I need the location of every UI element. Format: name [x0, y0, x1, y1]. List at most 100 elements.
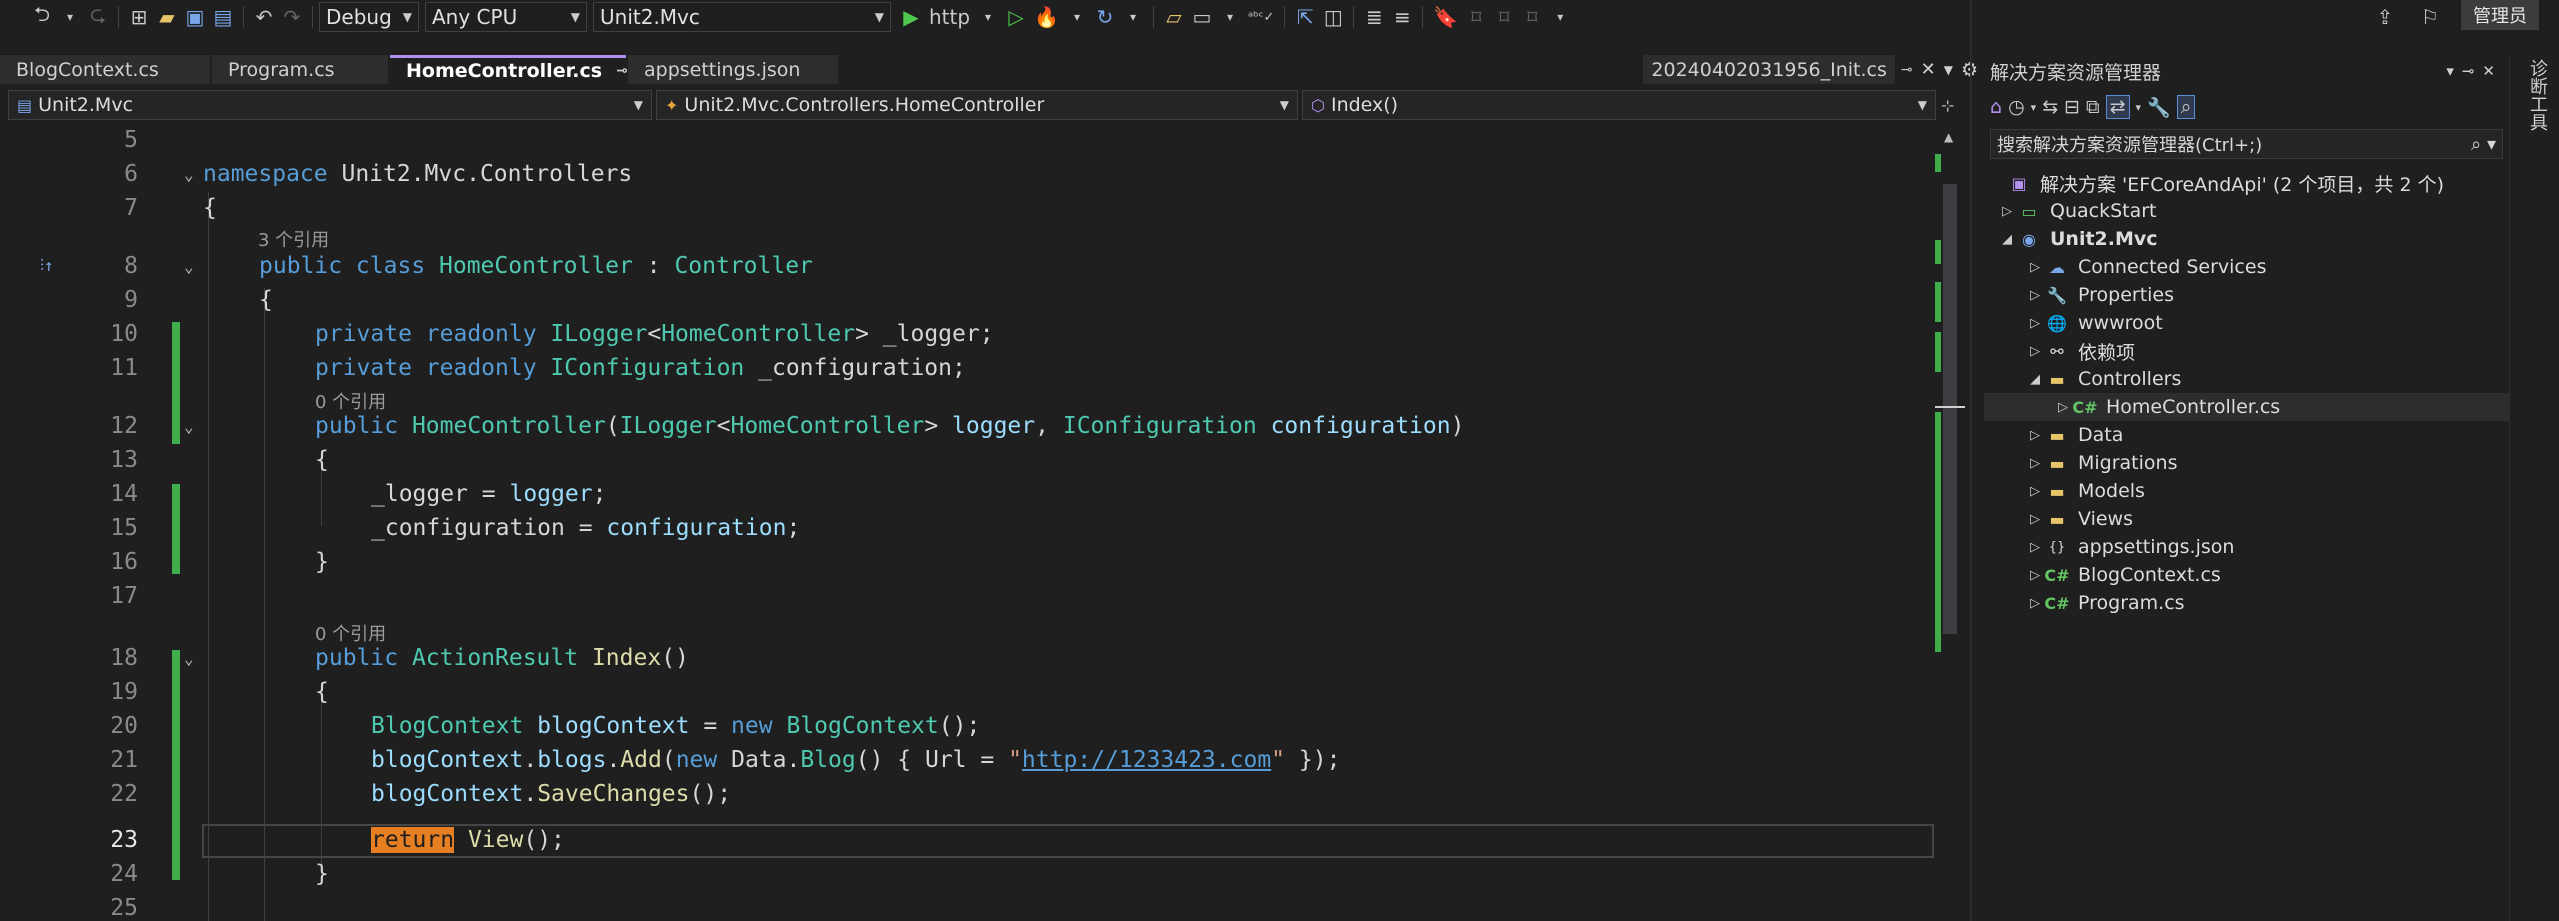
start-without-debug-icon[interactable]: ▷ — [1002, 2, 1030, 32]
tree-item-unit2mvc[interactable]: ◢ ◉ Unit2.Mvc — [1984, 225, 2509, 253]
preview-tab[interactable]: 20240402031956_Init.cs — [1643, 55, 1895, 84]
restart-icon[interactable]: ↻ — [1091, 2, 1119, 32]
codelens-references[interactable]: 3 个引用 — [258, 226, 329, 252]
tab-blogcontext[interactable]: BlogContext.cs — [0, 55, 210, 84]
spellcheck-icon[interactable]: ᵃᵇᶜ✓ — [1244, 2, 1278, 32]
comment-lines-icon[interactable]: ≣ — [1360, 2, 1388, 32]
panel-splitter[interactable] — [1970, 0, 1972, 921]
save-all-icon[interactable]: ▤ — [209, 2, 237, 32]
step-cursor-icon[interactable]: ⇱ — [1291, 2, 1319, 32]
startup-project-select[interactable]: Unit2.Mvc ▼ — [593, 2, 891, 32]
editor-scrollbar[interactable]: ⊹ ▲ — [1935, 96, 1965, 921]
url-link[interactable]: http://1233423.com — [1022, 747, 1271, 773]
preview-selected-icon[interactable]: ⌕ — [2176, 95, 2196, 119]
sync-with-document-icon[interactable]: ⇄ — [2105, 95, 2130, 119]
share-icon[interactable]: ⇪ — [2371, 2, 2399, 32]
expand-arrow-icon[interactable]: ▷ — [2026, 540, 2044, 555]
expand-arrow-icon[interactable]: ▷ — [2026, 596, 2044, 611]
expand-arrow-icon[interactable]: ▷ — [2026, 512, 2044, 527]
expand-arrow-icon[interactable]: ▷ — [1998, 204, 2016, 219]
expand-arrow-icon[interactable]: ▷ — [2026, 344, 2044, 359]
tree-item-data[interactable]: ▷ ▬ Data — [1984, 421, 2509, 449]
run-profile-button[interactable]: http — [925, 2, 974, 32]
close-icon[interactable]: ✕ — [1921, 59, 1936, 80]
tree-item-program[interactable]: ▷ C# Program.cs — [1984, 589, 2509, 617]
back-icon[interactable]: ⮌ — [28, 2, 56, 32]
chevron-down-icon[interactable]: ▾ — [56, 2, 84, 32]
platform-select[interactable]: Any CPU ▼ — [425, 2, 587, 32]
pin-icon[interactable]: ⊸ — [2462, 62, 2483, 80]
code-editor[interactable]: 5 6 ⌄ namespace Unit2.Mvc.Controllers 7 … — [0, 122, 1934, 921]
collapse-arrow-icon[interactable]: ◢ — [2026, 372, 2044, 387]
prev-bookmark-icon[interactable]: ⌑ — [1462, 2, 1490, 32]
search-icon[interactable]: ⌕ ▾ — [2471, 134, 2496, 155]
chevron-down-icon[interactable]: ▾ — [974, 2, 1002, 32]
scroll-up-icon[interactable]: ▲ — [1944, 130, 1953, 144]
expand-arrow-icon[interactable]: ▷ — [2026, 456, 2044, 471]
chevron-down-icon[interactable]: ▾ — [2446, 62, 2462, 80]
tree-item-homecontroller[interactable]: ▷ C# HomeController.cs — [1984, 393, 2509, 421]
solution-config-select[interactable]: Debug ▼ — [319, 2, 419, 32]
new-item-icon[interactable]: ⊞ — [125, 2, 153, 32]
pin-icon[interactable]: ⊸ — [1901, 62, 1913, 78]
redo-icon[interactable]: ↷ — [278, 2, 306, 32]
chevron-down-icon[interactable]: ▾ — [1216, 2, 1244, 32]
forward-icon[interactable]: ⮎ — [84, 2, 112, 32]
tree-item-controllers[interactable]: ◢ ▬ Controllers — [1984, 365, 2509, 393]
split-icon[interactable]: ⊹ — [1941, 96, 1954, 115]
admin-badge[interactable]: 管理员 — [2461, 0, 2539, 30]
scrollbar-thumb[interactable] — [1943, 184, 1957, 634]
tree-item-solution[interactable]: ▣ 解决方案 'EFCoreAndApi' (2 个项目，共 2 个) — [1984, 169, 2509, 197]
layout-icon[interactable]: ▭ — [1188, 2, 1216, 32]
fold-chevron-icon[interactable]: ⌄ — [184, 649, 194, 668]
tree-item-views[interactable]: ▷ ▬ Views — [1984, 505, 2509, 533]
expand-arrow-icon[interactable]: ▷ — [2026, 260, 2044, 275]
tree-item-quackstart[interactable]: ▷ ▭ QuackStart — [1984, 197, 2509, 225]
fold-chevron-icon[interactable]: ⌄ — [184, 257, 194, 276]
expand-arrow-icon[interactable]: ▷ — [2026, 288, 2044, 303]
save-icon[interactable]: ▣ — [181, 2, 209, 32]
tab-homecontroller[interactable]: HomeController.cs ⊸ ✕ — [390, 55, 653, 84]
chevron-down-icon[interactable]: ▾ — [1119, 2, 1147, 32]
tree-item-appsettings[interactable]: ▷ {} appsettings.json — [1984, 533, 2509, 561]
expand-arrow-icon[interactable]: ▷ — [2054, 400, 2072, 415]
tab-appsettings[interactable]: appsettings.json — [628, 55, 838, 84]
tree-item-models[interactable]: ▷ ▬ Models — [1984, 477, 2509, 505]
chevron-down-icon[interactable]: ▾ — [2136, 101, 2142, 114]
solution-search-input[interactable]: 搜索解决方案资源管理器(Ctrl+;) ⌕ ▾ — [1990, 129, 2503, 159]
home-icon[interactable]: ⌂ — [1990, 96, 2002, 118]
collapse-all-icon[interactable]: ⊟ — [2064, 96, 2080, 118]
tree-item-blogcontext[interactable]: ▷ C# BlogContext.cs — [1984, 561, 2509, 589]
expand-arrow-icon[interactable]: ▷ — [2026, 316, 2044, 331]
close-icon[interactable]: ✕ — [2482, 62, 2503, 80]
tree-item-wwwroot[interactable]: ▷ 🌐 wwwroot — [1984, 309, 2509, 337]
fold-chevron-icon[interactable]: ⌄ — [184, 417, 194, 436]
tab-program[interactable]: Program.cs — [212, 55, 388, 84]
chevron-down-icon[interactable]: ▾ — [2031, 101, 2037, 114]
type-select[interactable]: ✦ Unit2.Mvc.Controllers.HomeController ▼ — [656, 90, 1298, 120]
properties-wrench-icon[interactable]: 🔧 — [2147, 96, 2171, 119]
expand-arrow-icon[interactable]: ▷ — [2026, 428, 2044, 443]
sync-icon[interactable]: ⇆ — [2042, 96, 2058, 118]
pending-changes-icon[interactable]: ◷ — [2008, 96, 2025, 118]
undo-icon[interactable]: ↶ — [250, 2, 278, 32]
feedback-icon[interactable]: ⚐ — [2416, 2, 2444, 32]
tree-item-properties[interactable]: ▷ 🔧 Properties — [1984, 281, 2509, 309]
chevron-down-icon[interactable]: ▼ — [1944, 63, 1953, 77]
show-all-files-icon[interactable]: ⧉ — [2086, 96, 2100, 118]
start-debug-button[interactable]: ▶ — [897, 2, 925, 32]
uncomment-lines-icon[interactable]: ≡ — [1388, 2, 1416, 32]
browse-folder-icon[interactable]: ▱ — [1160, 2, 1188, 32]
panel-toggle-icon[interactable]: ◫ — [1319, 2, 1347, 32]
tree-item-migrations[interactable]: ▷ ▬ Migrations — [1984, 449, 2509, 477]
expand-arrow-icon[interactable]: ▷ — [2026, 484, 2044, 499]
open-folder-icon[interactable]: ▰ — [153, 2, 181, 32]
pin-icon[interactable]: ⊸ — [616, 63, 628, 79]
tree-item-connected-services[interactable]: ▷ ☁ Connected Services — [1984, 253, 2509, 281]
member-select[interactable]: ⬡ Index() ▼ — [1302, 90, 1936, 120]
chevron-down-icon[interactable]: ▾ — [1063, 2, 1091, 32]
hot-reload-icon[interactable]: 🔥 — [1030, 2, 1063, 32]
fold-chevron-icon[interactable]: ⌄ — [184, 165, 194, 184]
diagnostic-tools-tab[interactable]: 诊断工具 — [2509, 55, 2559, 921]
collapse-arrow-icon[interactable]: ◢ — [1998, 232, 2016, 247]
